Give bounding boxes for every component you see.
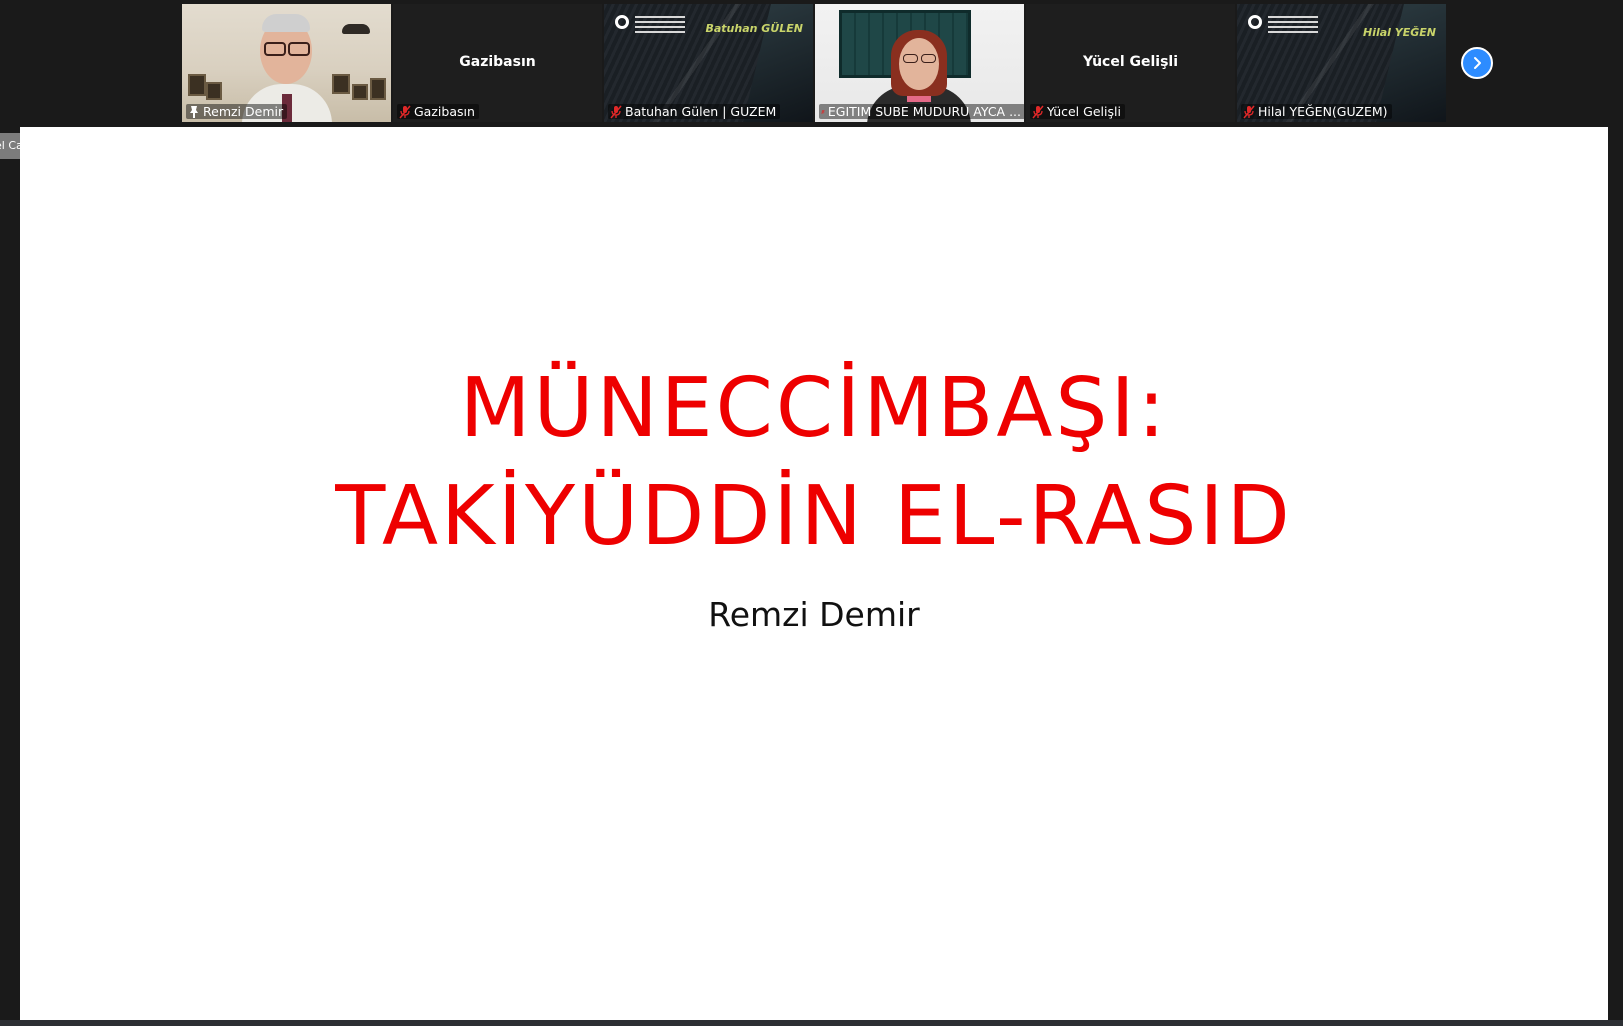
participant-display-name: Gazibasın <box>459 54 536 70</box>
muted-microphone-icon <box>1032 105 1044 118</box>
participant-tile-yucel-gelisli[interactable]: Yücel Gelişli Yücel Gelişli <box>1026 4 1235 122</box>
participant-tile-hilal-yegen[interactable]: Hilal YEĞEN Hilal YEĞEN(GUZEM) <box>1237 4 1446 122</box>
participant-tile-gazibasin[interactable]: Gazibasın Gazibasın <box>393 4 602 122</box>
slide-author: Remzi Demir <box>708 595 920 634</box>
bottom-bar <box>0 1020 1623 1026</box>
university-logo-icon <box>1248 15 1262 29</box>
participant-name-label: EGITIM SUBE MUDURU AYCA ... <box>819 104 1024 119</box>
card-name: Batuhan GÜLEN <box>705 22 803 35</box>
participant-name: Hilal YEĞEN(GUZEM) <box>1258 104 1388 119</box>
participant-display-name: Yücel Gelişli <box>1082 54 1179 70</box>
participant-name: Remzi Demir <box>203 104 284 119</box>
slide-title-line-1: MÜNECCİMBAŞI: <box>459 361 1169 456</box>
participant-name: Gazibasın <box>414 104 475 119</box>
muted-microphone-icon <box>610 105 622 118</box>
participant-name: EGITIM SUBE MUDURU AYCA ... <box>827 104 1021 119</box>
participant-strip: Remzi Demir Gazibasın Gazibasın Batuhan … <box>0 0 1623 124</box>
participant-tile-remzi-demir[interactable]: Remzi Demir <box>182 4 391 122</box>
participant-name: Batuhan Gülen | GUZEM <box>625 104 777 119</box>
pinned-icon <box>190 105 198 118</box>
participant-name: Yücel Gelişli <box>1047 104 1121 119</box>
muted-microphone-icon <box>399 105 411 118</box>
participant-name-label: Hilal YEĞEN(GUZEM) <box>1241 104 1392 119</box>
card-name: Hilal YEĞEN <box>1363 26 1436 39</box>
participant-name-label: Remzi Demir <box>186 104 288 119</box>
chevron-right-icon <box>1474 57 1481 69</box>
participant-tile-egitim-sube-muduru[interactable]: EGITIM SUBE MUDURU AYCA ... <box>815 4 1024 122</box>
university-logo-icon <box>615 15 629 29</box>
participant-name-label: Gazibasın <box>397 104 479 119</box>
slide-title-line-2: TAKİYÜDDİN EL-RASID <box>335 469 1293 564</box>
participant-tile-batuhan-gulen[interactable]: Batuhan GÜLEN Batuhan Gülen | GUZEM <box>604 4 813 122</box>
participant-name-label: Batuhan Gülen | GUZEM <box>608 104 781 119</box>
participant-name-label: Yücel Gelişli <box>1030 104 1125 119</box>
muted-microphone-icon <box>1243 105 1255 118</box>
shared-screen-slide: MÜNECCİMBAŞI: TAKİYÜDDİN EL-RASID Remzi … <box>20 127 1608 1020</box>
next-participants-button[interactable] <box>1461 47 1493 79</box>
slide-title: MÜNECCİMBAŞI: TAKİYÜDDİN EL-RASID <box>20 355 1608 571</box>
muted-microphone-icon <box>821 109 825 114</box>
